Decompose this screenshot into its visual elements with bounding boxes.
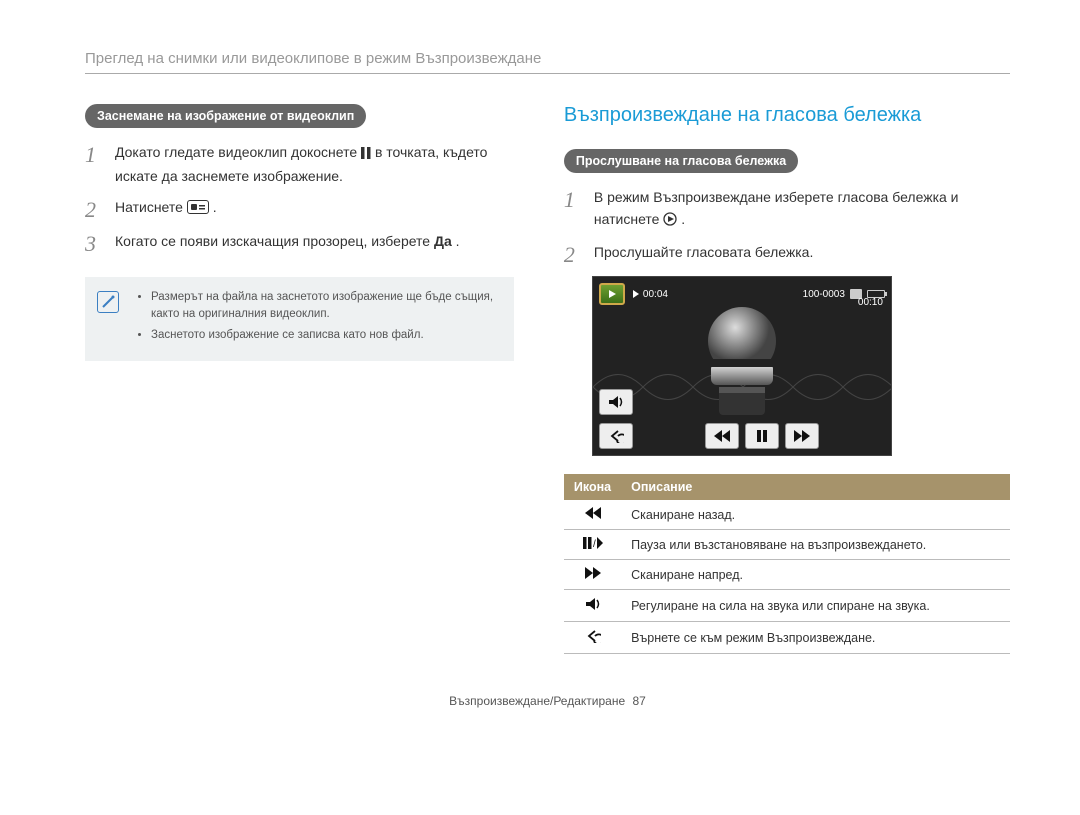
table-desc: Сканиране напред.	[621, 560, 1010, 590]
forward-button[interactable]	[785, 423, 819, 449]
table-desc: Регулиране на сила на звука или спиране …	[621, 590, 1010, 622]
volume-button[interactable]	[599, 389, 633, 415]
page-title: Преглед на снимки или видеоклипове в реж…	[85, 50, 1010, 74]
step-text: .	[681, 211, 685, 227]
note-box: Размерът на файла на заснетото изображен…	[85, 277, 514, 361]
rewind-button[interactable]	[705, 423, 739, 449]
microphone-icon	[699, 303, 785, 423]
table-row: Сканиране напред.	[564, 560, 1010, 590]
table-row: Сканиране назад.	[564, 500, 1010, 530]
table-row: / Пауза или възстановяване на възпроизве…	[564, 530, 1010, 560]
forward-icon	[564, 560, 621, 590]
table-desc: Пауза или възстановяване на възпроизвежд…	[621, 530, 1010, 560]
elapsed-time: 00:04	[643, 289, 668, 300]
step-bold: Да	[434, 233, 452, 249]
table-row: Регулиране на сила на звука или спиране …	[564, 590, 1010, 622]
step-text: .	[213, 199, 217, 215]
volume-icon	[564, 590, 621, 622]
pause-button[interactable]	[745, 423, 779, 449]
back-icon	[564, 622, 621, 654]
step-text: В режим Възпроизвеждане изберете гласова…	[594, 189, 959, 227]
step-item: В режим Възпроизвеждане изберете гласова…	[564, 187, 1010, 232]
page-footer: Възпроизвеждане/Редактиране 87	[85, 694, 1010, 708]
step-item: Когато се появи изскачащия прозорец, изб…	[85, 231, 514, 253]
step-text: Когато се появи изскачащия прозорец, изб…	[115, 233, 434, 249]
note-item: Заснетото изображение се записва като но…	[151, 327, 500, 344]
icon-description-table: Икона Описание Сканиране назад. / Пауза …	[564, 474, 1010, 654]
file-number: 100-0003	[803, 289, 845, 300]
step-text: .	[456, 233, 460, 249]
svg-text:/: /	[593, 539, 596, 549]
pause-icon	[361, 144, 371, 166]
step-item: Прослушайте гласовата бележка.	[564, 242, 1010, 264]
page-number: 87	[632, 694, 645, 708]
note-item: Размерът на файла на заснетото изображен…	[151, 289, 500, 324]
table-desc: Върнете се към режим Възпроизвеждане.	[621, 622, 1010, 654]
pause-play-icon: /	[564, 530, 621, 560]
right-column: Възпроизвеждане на гласова бележка Просл…	[564, 104, 1010, 654]
capture-steps: Докато гледате видеоклип докоснете в точ…	[85, 142, 514, 253]
table-row: Върнете се към режим Възпроизвеждане.	[564, 622, 1010, 654]
play-thumbnail-icon[interactable]	[599, 283, 625, 305]
table-header-icon: Икона	[564, 474, 621, 500]
note-icon	[97, 291, 119, 313]
capture-button-icon	[187, 199, 209, 221]
section-pill-capture: Заснемане на изображение от видеоклип	[85, 104, 366, 128]
rewind-icon	[564, 500, 621, 530]
listen-steps: В режим Възпроизвеждане изберете гласова…	[564, 187, 1010, 264]
table-desc: Сканиране назад.	[621, 500, 1010, 530]
right-heading: Възпроизвеждане на гласова бележка	[564, 104, 1010, 127]
total-time: 00:10	[858, 297, 883, 308]
section-pill-listen: Прослушване на гласова бележка	[564, 149, 798, 173]
play-circle-icon	[663, 211, 677, 233]
voice-memo-player: 00:04 100-0003 00:10	[592, 276, 892, 456]
step-item: Докато гледате видеоклип докоснете в точ…	[85, 142, 514, 187]
back-button[interactable]	[599, 423, 633, 449]
step-text: Прослушайте гласовата бележка.	[594, 244, 813, 260]
table-header-desc: Описание	[621, 474, 1010, 500]
step-text: Докато гледате видеоклип докоснете	[115, 144, 361, 160]
step-item: Натиснете .	[85, 197, 514, 221]
left-column: Заснемане на изображение от видеоклип До…	[85, 104, 514, 654]
step-text: Натиснете	[115, 199, 187, 215]
footer-section: Възпроизвеждане/Редактиране	[449, 694, 625, 708]
playing-indicator-icon	[633, 290, 639, 298]
